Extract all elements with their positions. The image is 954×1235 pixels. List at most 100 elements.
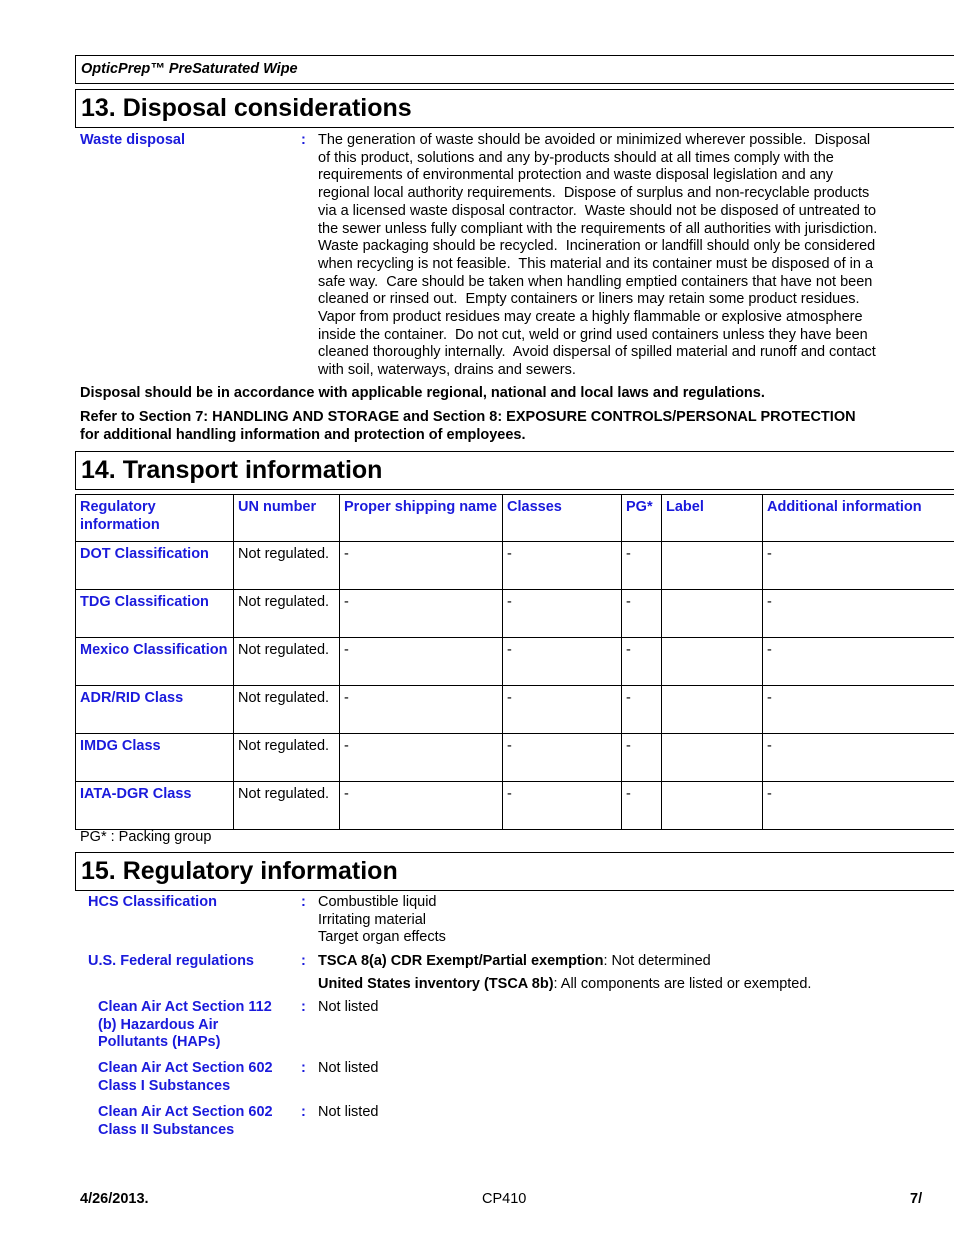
waste-disposal-label: Waste disposal xyxy=(80,132,186,148)
pg-cell: - xyxy=(621,541,662,590)
table-row: ADR/RID Class Not regulated. - - - - xyxy=(75,685,954,734)
additional-cell: - xyxy=(762,781,954,830)
classes-cell: - xyxy=(502,685,622,734)
additional-cell: - xyxy=(762,541,954,590)
col-label: Label xyxy=(661,494,763,542)
clean-air-act-602-class1-value: Not listed xyxy=(318,1060,379,1076)
row-label: ADR/RID Class xyxy=(75,685,234,734)
colon: : xyxy=(301,953,306,969)
label-cell xyxy=(661,685,763,734)
waste-disposal-line: Waste packaging should be recycled. Inci… xyxy=(318,238,876,255)
table-row: DOT Classification Not regulated. - - - … xyxy=(75,541,954,590)
section-14-header: 14. Transport information xyxy=(75,451,954,490)
classes-cell: - xyxy=(502,541,622,590)
row-label: TDG Classification xyxy=(75,589,234,638)
additional-cell: - xyxy=(762,733,954,782)
hcs-value: Target organ effects xyxy=(318,929,446,946)
tsca-8b-label: United States inventory (TSCA 8b) xyxy=(318,976,554,992)
waste-disposal-line: via a licensed waste disposal contractor… xyxy=(318,202,877,219)
shipping-name-cell: - xyxy=(339,685,503,734)
row-label: DOT Classification xyxy=(75,541,234,590)
col-proper-shipping-name: Proper shipping name xyxy=(339,494,503,542)
col-pg: PG* xyxy=(621,494,662,542)
tsca-8a-line: TSCA 8(a) CDR Exempt/Partial exemption: … xyxy=(318,953,711,969)
col-additional-information: Additional information xyxy=(762,494,954,542)
un-number-cell: Not regulated. xyxy=(233,781,340,830)
colon: : xyxy=(301,1060,306,1076)
waste-disposal-line: safe way. Care should be taken when hand… xyxy=(318,273,873,290)
shipping-name-cell: - xyxy=(339,541,503,590)
footer-page: 7/ xyxy=(910,1191,923,1207)
label-line: Clean Air Act Section 112 xyxy=(98,999,272,1015)
hcs-classification-values: Combustible liquid Irritating material T… xyxy=(318,894,446,947)
clean-air-act-112-value: Not listed xyxy=(318,999,379,1015)
clean-air-act-602-class2-value: Not listed xyxy=(318,1104,379,1120)
colon: : xyxy=(301,1104,306,1120)
product-header: OpticPrep™ PreSaturated Wipe xyxy=(75,55,954,84)
table-row: IATA-DGR Class Not regulated. - - - - xyxy=(75,781,954,830)
waste-disposal-line: cleaned or rinsed out. Empty containers … xyxy=(318,291,860,308)
label-cell xyxy=(661,781,763,830)
label-line: (b) Hazardous Air xyxy=(98,1016,219,1033)
footer-code: CP410 xyxy=(482,1191,527,1207)
section-15-header: 15. Regulatory information xyxy=(75,852,954,891)
additional-cell: - xyxy=(762,685,954,734)
colon: : xyxy=(301,132,306,148)
classes-cell: - xyxy=(502,637,622,686)
waste-disposal-line: with soil, waterways, drains and sewers. xyxy=(318,362,576,379)
label-cell xyxy=(661,589,763,638)
refer-note-line2: for additional handling information and … xyxy=(80,427,526,443)
waste-disposal-line: regional local authority requirements. D… xyxy=(318,185,870,202)
waste-disposal-text: The generation of waste should be avoide… xyxy=(318,132,938,380)
label-line: Clean Air Act Section 602 xyxy=(98,1060,273,1076)
refer-note-line1: Refer to Section 7: HANDLING AND STORAGE… xyxy=(80,409,856,425)
classes-cell: - xyxy=(502,589,622,638)
col-regulatory-information: Regulatory information xyxy=(75,494,234,542)
pg-cell: - xyxy=(621,589,662,638)
waste-disposal-line: inside the container. Do not cut, weld o… xyxy=(318,326,868,343)
un-number-cell: Not regulated. xyxy=(233,733,340,782)
pg-cell: - xyxy=(621,685,662,734)
pg-cell: - xyxy=(621,733,662,782)
shipping-name-cell: - xyxy=(339,589,503,638)
colon: : xyxy=(301,894,306,910)
tsca-8a-label: TSCA 8(a) CDR Exempt/Partial exemption xyxy=(318,953,604,969)
additional-cell: - xyxy=(762,589,954,638)
waste-disposal-line: Vapor from product residues may create a… xyxy=(318,309,863,326)
un-number-cell: Not regulated. xyxy=(233,541,340,590)
classes-cell: - xyxy=(502,733,622,782)
tsca-8a-value: : Not determined xyxy=(603,953,711,969)
pg-cell: - xyxy=(621,781,662,830)
additional-cell: - xyxy=(762,637,954,686)
label-cell xyxy=(661,637,763,686)
tsca-8b-value: : All components are listed or exempted. xyxy=(553,976,812,992)
un-number-cell: Not regulated. xyxy=(233,685,340,734)
label-cell xyxy=(661,541,763,590)
label-line: Pollutants (HAPs) xyxy=(98,1034,221,1051)
us-federal-regulations-label: U.S. Federal regulations xyxy=(88,953,254,969)
packing-group-footnote: PG* : Packing group xyxy=(80,829,212,845)
table-header-row: Regulatory information UN number Proper … xyxy=(75,494,954,542)
un-number-cell: Not regulated. xyxy=(233,589,340,638)
shipping-name-cell: - xyxy=(339,733,503,782)
waste-disposal-line: cleaned thoroughly internally. Avoid dis… xyxy=(318,344,876,361)
row-label: IATA-DGR Class xyxy=(75,781,234,830)
clean-air-act-602-class1-label: Clean Air Act Section 602 Class I Substa… xyxy=(98,1060,273,1095)
footer-date: 4/26/2013. xyxy=(80,1191,149,1207)
waste-disposal-line: requirements of environmental protection… xyxy=(318,167,834,184)
waste-disposal-line: of this product, solutions and any by-pr… xyxy=(318,149,834,166)
clean-air-act-112-label: Clean Air Act Section 112 (b) Hazardous … xyxy=(98,999,272,1052)
col-classes: Classes xyxy=(502,494,622,542)
row-label: Mexico Classification xyxy=(75,637,234,686)
product-name: OpticPrep™ PreSaturated Wipe xyxy=(81,61,298,77)
section-13-title: 13. Disposal considerations xyxy=(81,94,412,122)
un-number-cell: Not regulated. xyxy=(233,637,340,686)
label-line: Class II Substances xyxy=(98,1121,235,1138)
waste-disposal-line: when recycling is not feasible. This mat… xyxy=(318,255,874,272)
section-13-header: 13. Disposal considerations xyxy=(75,89,954,128)
colon: : xyxy=(301,999,306,1015)
section-15-title: 15. Regulatory information xyxy=(81,857,398,885)
disposal-note: Disposal should be in accordance with ap… xyxy=(80,385,765,401)
hcs-classification-label: HCS Classification xyxy=(88,894,217,910)
classes-cell: - xyxy=(502,781,622,830)
